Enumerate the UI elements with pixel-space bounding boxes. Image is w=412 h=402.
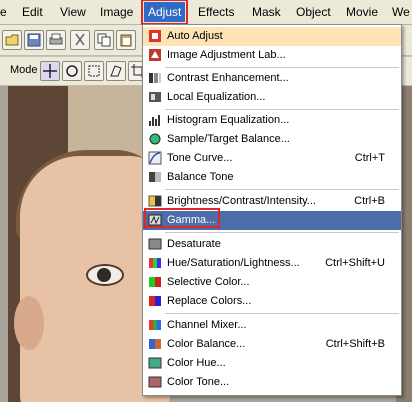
histogram-icon xyxy=(148,113,162,127)
menu-effects[interactable]: Effects xyxy=(198,0,234,24)
replace-colors-icon xyxy=(148,294,162,308)
menu-item-auto-adjust[interactable]: Auto Adjust xyxy=(143,27,401,46)
balance-tone-icon xyxy=(148,170,162,184)
menu-web[interactable]: We xyxy=(392,0,410,24)
menu-item-contrast-enhancement[interactable]: Contrast Enhancement... xyxy=(143,69,401,88)
menu-item-image-adjustment-lab[interactable]: Image Adjustment Lab... xyxy=(143,46,401,65)
desaturate-icon xyxy=(148,237,162,251)
color-hue-icon xyxy=(148,356,162,370)
transform-tool-icon[interactable] xyxy=(106,61,126,81)
menu-mask[interactable]: Mask xyxy=(252,0,281,24)
menu-item-selective-color[interactable]: Selective Color... xyxy=(143,273,401,292)
copy-icon[interactable] xyxy=(94,30,114,50)
menu-item-color-balance[interactable]: Color Balance... Ctrl+Shift+B xyxy=(143,335,401,354)
menu-item-hue-saturation-lightness[interactable]: Hue/Saturation/Lightness... Ctrl+Shift+U xyxy=(143,254,401,273)
paste-icon[interactable] xyxy=(116,30,136,50)
color-tone-icon xyxy=(148,375,162,389)
auto-adjust-icon xyxy=(148,29,162,43)
menu-image[interactable]: Image xyxy=(100,0,133,24)
hue-saturation-icon xyxy=(148,256,162,270)
menu-edit[interactable]: Edit xyxy=(22,0,43,24)
menu-item-color-hue[interactable]: Color Hue... xyxy=(143,354,401,373)
open-icon[interactable] xyxy=(2,30,22,50)
menu-item-color-tone[interactable]: Color Tone... xyxy=(143,373,401,392)
channel-mixer-icon xyxy=(148,318,162,332)
move-tool-icon[interactable] xyxy=(40,61,60,81)
menu-item-local-equalization[interactable]: Local Equalization... xyxy=(143,88,401,107)
color-balance-icon xyxy=(148,337,162,351)
menu-item-balance-tone[interactable]: Balance Tone xyxy=(143,168,401,187)
tone-curve-icon xyxy=(148,151,162,165)
rotate-tool-icon[interactable] xyxy=(62,61,82,81)
save-icon[interactable] xyxy=(24,30,44,50)
photo-eye xyxy=(86,264,124,286)
selective-color-icon xyxy=(148,275,162,289)
menu-item-channel-mixer[interactable]: Channel Mixer... xyxy=(143,316,401,335)
menu-movie[interactable]: Movie xyxy=(346,0,378,24)
menu-file[interactable]: e xyxy=(0,0,7,24)
menu-item-tone-curve[interactable]: Tone Curve... Ctrl+T xyxy=(143,149,401,168)
select-tool-icon[interactable] xyxy=(84,61,104,81)
menu-item-histogram-equalization[interactable]: Histogram Equalization... xyxy=(143,111,401,130)
sample-balance-icon xyxy=(148,132,162,146)
menu-item-sample-target-balance[interactable]: Sample/Target Balance... xyxy=(143,130,401,149)
mode-label: Mode xyxy=(10,64,38,76)
menu-item-replace-colors[interactable]: Replace Colors... xyxy=(143,292,401,311)
menu-bar: e Edit View Image Adjust Effects Mask Ob… xyxy=(0,0,412,25)
brightness-icon xyxy=(148,194,162,208)
contrast-icon xyxy=(148,71,162,85)
menu-adjust[interactable]: Adjust xyxy=(140,0,189,25)
menu-object[interactable]: Object xyxy=(296,0,331,24)
print-icon[interactable] xyxy=(46,30,66,50)
menu-item-desaturate[interactable]: Desaturate xyxy=(143,235,401,254)
equalization-icon xyxy=(148,90,162,104)
gamma-highlight-annotation xyxy=(144,208,220,228)
cut-icon[interactable] xyxy=(70,30,90,50)
menu-view[interactable]: View xyxy=(60,0,86,24)
adjustment-lab-icon xyxy=(148,48,162,62)
